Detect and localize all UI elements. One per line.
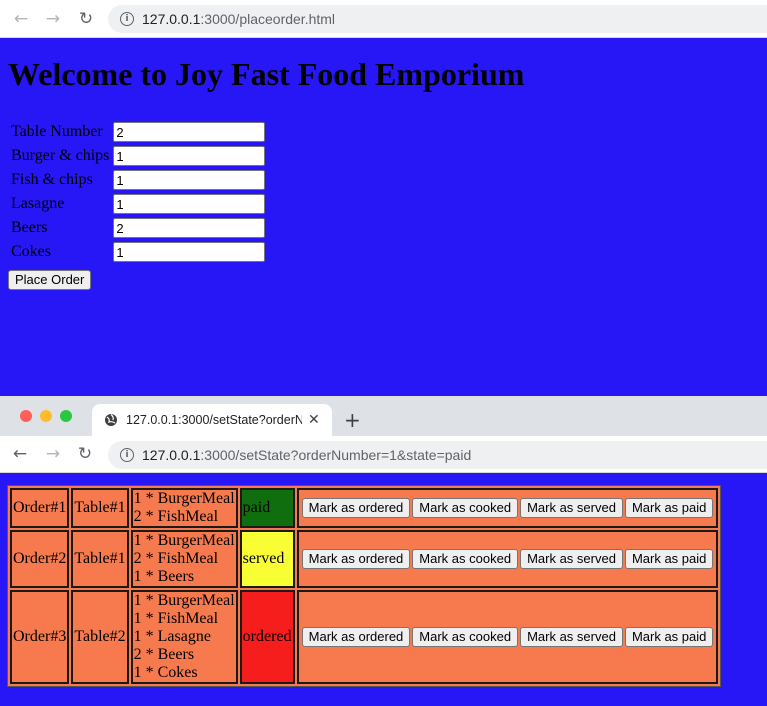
url-host: 127.0.0.1 bbox=[142, 447, 201, 463]
order-item: 1 * BurgerMeal bbox=[133, 592, 235, 609]
minimize-window-icon[interactable] bbox=[40, 410, 52, 422]
form-row-fish: Fish & chips bbox=[10, 169, 266, 191]
order-actions: Mark as ordered Mark as cooked Mark as ser… bbox=[296, 488, 719, 528]
table-number-input[interactable] bbox=[113, 122, 266, 142]
cokes-input[interactable] bbox=[113, 242, 266, 262]
url-path: :3000/placeorder.html bbox=[200, 11, 336, 27]
order-form-table: Table Number Burger & chips Fish & chips… bbox=[8, 119, 268, 265]
field-label: Table Number bbox=[11, 123, 103, 140]
field-label: Fish & chips bbox=[11, 171, 93, 188]
field-label: Burger & chips bbox=[11, 147, 110, 164]
form-row-cokes: Cokes bbox=[10, 241, 266, 263]
order-state: ordered bbox=[239, 590, 295, 684]
back-arrow-icon[interactable]: ← bbox=[9, 443, 31, 465]
close-icon[interactable]: ✕ bbox=[308, 412, 320, 428]
order-items: 1 * BurgerMeal 2 * FishMeal 1 * Beers bbox=[130, 530, 238, 588]
order-table: Table#1 bbox=[71, 488, 129, 528]
plus-icon[interactable]: + bbox=[344, 408, 361, 432]
order-row: Order#1 Table#1 1 * BurgerMeal 2 * FishMeal… bbox=[10, 488, 719, 528]
mark-as-ordered-button[interactable]: Mark as ordered bbox=[301, 498, 411, 518]
order-item: 2 * FishMeal bbox=[133, 550, 219, 567]
mark-as-cooked-button[interactable]: Mark as cooked bbox=[412, 498, 519, 518]
mark-as-cooked-button[interactable]: Mark as cooked bbox=[412, 627, 519, 647]
order-item: 2 * FishMeal bbox=[133, 508, 219, 525]
order-number: Order#1 bbox=[10, 488, 70, 528]
lasagne-input[interactable] bbox=[113, 194, 266, 214]
forward-arrow-icon[interactable]: → bbox=[42, 443, 64, 465]
maximize-window-icon[interactable] bbox=[60, 410, 72, 422]
form-row-burger: Burger & chips bbox=[10, 145, 266, 167]
order-item: 1 * Lasagne bbox=[133, 628, 211, 645]
order-number: Order#3 bbox=[10, 590, 70, 684]
order-actions: Mark as ordered Mark as cooked Mark as ser… bbox=[296, 590, 719, 684]
order-table: Table#2 bbox=[71, 590, 129, 684]
reload-icon[interactable]: ↻ bbox=[74, 443, 96, 465]
globe-icon bbox=[105, 414, 117, 426]
fish-chips-input[interactable] bbox=[113, 170, 266, 190]
place-order-button[interactable]: Place Order bbox=[8, 270, 92, 290]
tab-title: 127.0.0.1:3000/setState?orderNumber=1&st… bbox=[126, 413, 302, 427]
mark-as-served-button[interactable]: Mark as served bbox=[520, 549, 623, 569]
url-path: :3000/setState?orderNumber=1&state=paid bbox=[200, 447, 472, 463]
mark-as-ordered-button[interactable]: Mark as ordered bbox=[301, 549, 411, 569]
order-state: served bbox=[239, 530, 295, 588]
info-icon[interactable]: i bbox=[120, 12, 134, 26]
form-row-lasagne: Lasagne bbox=[10, 193, 266, 215]
mark-as-ordered-button[interactable]: Mark as ordered bbox=[301, 627, 411, 647]
mark-as-served-button[interactable]: Mark as served bbox=[520, 627, 623, 647]
address-bar[interactable]: i 127.0.0.1:3000/setState?orderNumber=1&… bbox=[108, 441, 767, 469]
mark-as-served-button[interactable]: Mark as served bbox=[520, 498, 623, 518]
mark-as-cooked-button[interactable]: Mark as cooked bbox=[412, 549, 519, 569]
reload-icon[interactable]: ↻ bbox=[75, 8, 97, 30]
order-item: 1 * BurgerMeal bbox=[133, 490, 235, 507]
order-items: 1 * BurgerMeal 2 * FishMeal bbox=[130, 488, 238, 528]
order-actions: Mark as ordered Mark as cooked Mark as ser… bbox=[296, 530, 719, 588]
place-order-form: Table Number Burger & chips Fish & chips… bbox=[8, 119, 268, 265]
order-state: paid bbox=[239, 488, 295, 528]
page-title: Welcome to Joy Fast Food Emporium bbox=[8, 56, 525, 92]
order-item: 1 * Beers bbox=[133, 568, 195, 585]
beers-input[interactable] bbox=[113, 218, 266, 238]
browser-toolbar: ← → ↻ i 127.0.0.1:3000/placeorder.html bbox=[0, 0, 767, 38]
forward-arrow-icon[interactable]: → bbox=[42, 8, 64, 30]
back-arrow-icon[interactable]: ← bbox=[10, 8, 32, 30]
info-icon[interactable]: i bbox=[120, 448, 134, 462]
address-bar[interactable]: i 127.0.0.1:3000/placeorder.html bbox=[108, 5, 767, 33]
order-item: 1 * BurgerMeal bbox=[133, 532, 235, 549]
field-label: Lasagne bbox=[11, 195, 65, 212]
browser-toolbar-2: ← → ↻ i 127.0.0.1:3000/setState?orderNum… bbox=[0, 436, 767, 473]
form-row-table-number: Table Number bbox=[10, 121, 266, 143]
url-host: 127.0.0.1 bbox=[142, 11, 201, 27]
orders-table: Order#1 Table#1 1 * BurgerMeal 2 * FishMeal… bbox=[7, 485, 722, 687]
burger-chips-input[interactable] bbox=[113, 146, 266, 166]
order-row: Order#2 Table#1 1 * BurgerMeal 2 * FishMeal… bbox=[10, 530, 719, 588]
mark-as-paid-button[interactable]: Mark as paid bbox=[624, 627, 714, 647]
order-row: Order#3 Table#2 1 * BurgerMeal 1 * FishMeal… bbox=[10, 590, 719, 684]
form-row-beers: Beers bbox=[10, 217, 266, 239]
tab-strip: 127.0.0.1:3000/setState?orderNumber=1&st… bbox=[0, 396, 767, 436]
field-label: Cokes bbox=[11, 243, 51, 260]
mark-as-paid-button[interactable]: Mark as paid bbox=[624, 549, 714, 569]
order-item: 2 * Beers bbox=[133, 646, 195, 663]
second-browser-window: 127.0.0.1:3000/setState?orderNumber=1&st… bbox=[0, 396, 767, 706]
order-item: 1 * FishMeal bbox=[133, 610, 219, 627]
close-window-icon[interactable] bbox=[20, 410, 32, 422]
order-number: Order#2 bbox=[10, 530, 70, 588]
order-item: 1 * Cokes bbox=[133, 664, 198, 681]
order-table: Table#1 bbox=[71, 530, 129, 588]
tab-set-state[interactable]: 127.0.0.1:3000/setState?orderNumber=1&st… bbox=[92, 404, 332, 436]
field-label: Beers bbox=[11, 219, 48, 236]
mark-as-paid-button[interactable]: Mark as paid bbox=[624, 498, 714, 518]
order-items: 1 * BurgerMeal 1 * FishMeal 1 * Lasagne 2 *… bbox=[130, 590, 238, 684]
